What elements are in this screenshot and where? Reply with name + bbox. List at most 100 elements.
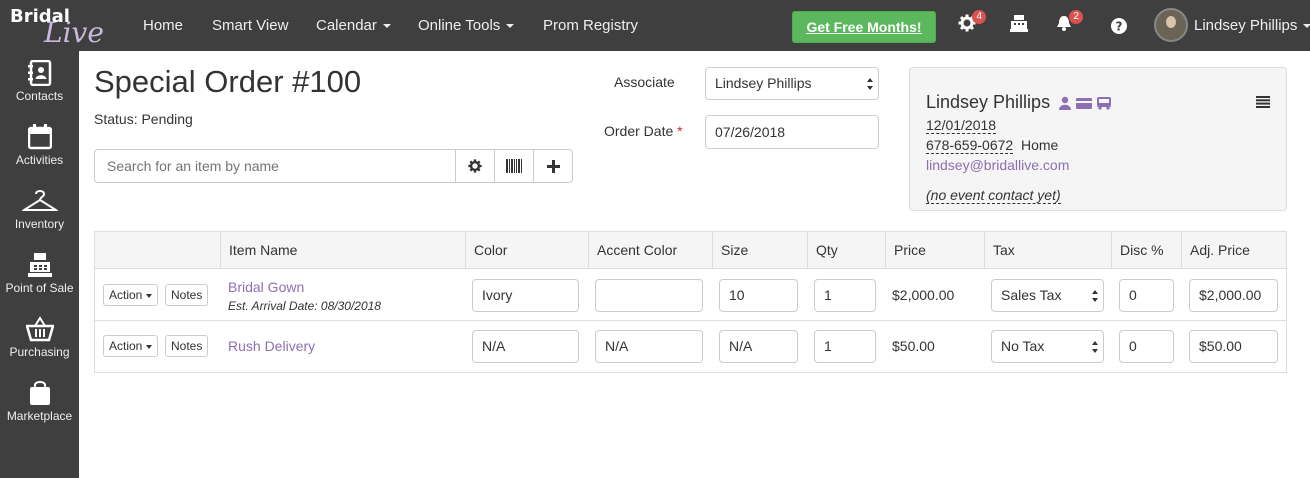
adj-price-input[interactable]: $2,000.00 xyxy=(1189,279,1278,312)
adj-price-input[interactable]: $50.00 xyxy=(1189,330,1278,363)
nav-online-tools[interactable]: Online Tools xyxy=(418,0,515,51)
accent-color-input[interactable]: N/A xyxy=(595,330,703,363)
notes-button[interactable]: Notes xyxy=(165,284,209,306)
gear-icon xyxy=(468,159,482,173)
tax-select[interactable]: No Tax xyxy=(991,330,1104,363)
nav-prom-registry[interactable]: Prom Registry xyxy=(543,0,638,51)
help-button[interactable]: ? xyxy=(1110,17,1132,39)
items-table: Item Name Color Accent Color Size Qty Pr… xyxy=(94,231,1287,373)
bus-icon[interactable] xyxy=(1096,96,1112,110)
sidebar-item-inventory[interactable]: Inventory xyxy=(0,179,79,243)
credit-card-icon[interactable] xyxy=(1076,96,1092,110)
caret-down-icon xyxy=(1303,24,1310,29)
sidebar-item-contacts[interactable]: Contacts xyxy=(0,51,79,115)
accent-color-input[interactable] xyxy=(595,279,703,312)
disc-input[interactable]: 0 xyxy=(1119,279,1174,312)
bridallive-logo[interactable]: Bridal Live xyxy=(10,4,112,49)
price-value: $2,000.00 xyxy=(892,287,955,303)
hanger-icon xyxy=(21,190,58,211)
nav-calendar-label: Calendar xyxy=(316,17,377,34)
nav-home[interactable]: Home xyxy=(143,0,183,51)
contact-name[interactable]: Lindsey Phillips xyxy=(926,92,1050,113)
sidebar-item-point-of-sale[interactable]: Point of Sale xyxy=(0,243,79,307)
contacts-icon xyxy=(27,60,51,86)
nav-calendar[interactable]: Calendar xyxy=(316,0,391,51)
register-icon xyxy=(27,253,52,277)
nav-online-tools-label: Online Tools xyxy=(418,17,501,34)
get-free-months-button[interactable]: Get Free Months! xyxy=(792,11,936,43)
plus-icon xyxy=(546,159,560,173)
item-name-link[interactable]: Rush Delivery xyxy=(228,338,315,354)
order-date-input[interactable]: 07/26/2018 xyxy=(705,115,879,149)
action-button-label: Action xyxy=(109,339,143,353)
notifications-menu[interactable]: 2 xyxy=(1055,10,1083,36)
header-adj-price: Adj. Price xyxy=(1181,232,1287,269)
contact-phone-text: 678-659-0672 xyxy=(926,137,1014,154)
contact-date-text: 12/01/2018 xyxy=(926,117,997,134)
notifications-badge: 2 xyxy=(1069,10,1083,24)
avatar xyxy=(1154,8,1188,42)
order-status: Status: Pending xyxy=(94,111,193,127)
contact-event[interactable]: (no event contact yet) xyxy=(926,187,1061,204)
sidebar-item-marketplace-label: Marketplace xyxy=(6,409,73,423)
sidebar: Contacts Activities Inventory Point of S… xyxy=(0,51,79,478)
top-nav-bar: Bridal Live Home Smart View Calendar Onl… xyxy=(0,0,1310,51)
contact-phone[interactable]: 678-659-0672 Home xyxy=(926,137,1059,154)
table-row: Action Notes Rush Delivery N/A N/A N/A 1… xyxy=(95,321,1286,372)
sidebar-item-activities[interactable]: Activities xyxy=(0,115,79,179)
associate-value: Lindsey Phillips xyxy=(715,75,812,91)
qty-input[interactable]: 1 xyxy=(814,330,876,363)
header-tax: Tax xyxy=(984,232,1112,269)
action-dropdown-button[interactable]: Action xyxy=(103,335,159,357)
associate-label: Associate xyxy=(614,74,675,90)
cash-register-icon xyxy=(1010,15,1028,32)
search-settings-button[interactable] xyxy=(455,150,494,182)
contact-date[interactable]: 12/01/2018 xyxy=(926,117,997,134)
sidebar-item-contacts-label: Contacts xyxy=(15,89,64,103)
barcode-scan-button[interactable] xyxy=(494,150,533,182)
header-disc: Disc % xyxy=(1111,232,1182,269)
table-header: Item Name Color Accent Color Size Qty Pr… xyxy=(95,232,1286,269)
action-dropdown-button[interactable]: Action xyxy=(103,284,159,306)
header-accent-color: Accent Color xyxy=(588,232,713,269)
item-search-input[interactable] xyxy=(95,150,455,182)
settings-menu[interactable]: 4 xyxy=(958,10,986,36)
color-input[interactable]: Ivory xyxy=(472,279,579,312)
tax-select[interactable]: Sales Tax xyxy=(991,279,1104,312)
sidebar-item-marketplace[interactable]: Marketplace xyxy=(0,371,79,435)
qty-input[interactable]: 1 xyxy=(814,279,876,312)
table-row: Action Notes Bridal Gown Est. Arrival Da… xyxy=(95,269,1286,321)
select-arrows-icon xyxy=(1092,289,1098,302)
price-value: $50.00 xyxy=(892,338,935,354)
disc-input[interactable]: 0 xyxy=(1119,330,1174,363)
sidebar-item-inventory-label: Inventory xyxy=(14,217,65,231)
help-icon: ? xyxy=(1111,18,1127,34)
sidebar-item-purchasing[interactable]: Purchasing xyxy=(0,307,79,371)
associate-select[interactable]: Lindsey Phillips xyxy=(705,67,879,100)
caret-down-icon xyxy=(146,293,153,298)
size-input[interactable]: N/A xyxy=(719,330,798,363)
svg-text:?: ? xyxy=(1116,20,1123,34)
order-date-label: Order Date * xyxy=(604,123,683,139)
register-menu[interactable] xyxy=(1009,14,1031,36)
item-arrival-date: Est. Arrival Date: 08/30/2018 xyxy=(228,299,381,313)
basket-icon xyxy=(25,316,54,342)
caret-down-icon xyxy=(146,344,153,349)
select-arrows-icon xyxy=(1092,340,1098,353)
contact-phone-type: Home xyxy=(1020,137,1059,153)
user-name: Lindsey Phillips xyxy=(1194,8,1310,44)
hamburger-menu-icon[interactable] xyxy=(1256,96,1270,108)
size-input[interactable]: 10 xyxy=(719,279,798,312)
sidebar-item-purchasing-label: Purchasing xyxy=(9,345,70,359)
contact-email-link[interactable]: lindsey@bridallive.com xyxy=(926,157,1069,173)
notes-button[interactable]: Notes xyxy=(165,335,209,357)
color-input[interactable]: N/A xyxy=(472,330,579,363)
order-date-label-text: Order Date xyxy=(604,123,674,139)
person-icon[interactable] xyxy=(1058,96,1072,110)
header-price: Price xyxy=(885,232,984,269)
bag-icon xyxy=(29,381,50,405)
add-item-button[interactable] xyxy=(533,150,572,182)
item-name-link[interactable]: Bridal Gown xyxy=(228,279,304,295)
nav-smart-view[interactable]: Smart View xyxy=(212,0,288,51)
sidebar-item-activities-label: Activities xyxy=(15,153,64,167)
